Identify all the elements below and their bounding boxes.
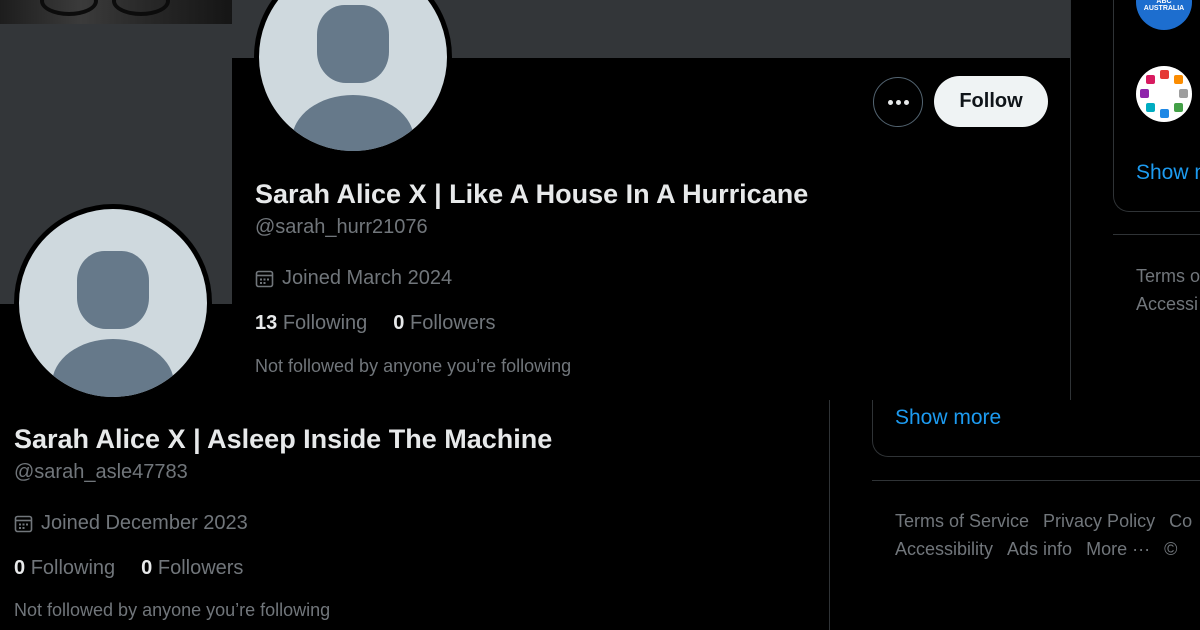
footer-more-link[interactable]: More ··· [1086,539,1150,559]
default-avatar-head [77,251,149,329]
front-show-more-link[interactable]: Show m [1136,161,1200,185]
default-avatar-body [292,95,414,151]
footer-ads-link[interactable]: Ads info [1007,539,1072,559]
back-followers-link[interactable]: 0 Followers [141,557,243,580]
front-follow-stats: 13 Following 0 Followers [255,312,496,335]
follow-button[interactable]: Follow [934,76,1048,127]
front-joined-text: Joined March 2024 [282,267,453,289]
front-profile-screenshot: Follow Sarah Alice X | Like A House In A… [232,0,1200,400]
back-followers-label: Followers [157,557,244,579]
footer-privacy-link[interactable]: Privacy Policy [1043,511,1155,531]
front-profile-handle: @sarah_hurr21076 [255,216,428,238]
front-profile-name: Sarah Alice X | Like A House In A Hurric… [255,179,809,209]
more-options-button[interactable] [873,77,923,127]
front-following-count: 13 [255,312,278,334]
back-following-label: Following [30,557,116,579]
front-footer-links: Terms o Accessi [1136,262,1200,318]
back-column-divider [829,400,830,630]
calendar-icon [14,514,33,533]
footer-accessibility-link[interactable]: Accessi [1136,290,1200,318]
footer-copyright: © [1164,539,1178,559]
front-joined-date: Joined March 2024 [255,267,452,290]
front-not-followed-note: Not followed by anyone you’re following [255,356,572,376]
back-header-photo [0,0,232,24]
back-footer-links: Terms of Service Privacy Policy Co Accessi… [895,507,1200,563]
footer-accessibility-link[interactable]: Accessibility [895,539,993,559]
abc-logo-text: ABC AUSTRALIA [1143,0,1185,12]
front-followers-count: 0 [393,312,405,334]
back-following-link[interactable]: 0 Following [14,557,115,580]
back-follow-stats: 0 Following 0 Followers [14,557,243,580]
back-profile-avatar[interactable] [14,204,212,402]
front-followers-link[interactable]: 0 Followers [393,312,495,335]
front-following-link[interactable]: 13 Following [255,312,367,335]
front-following-label: Following [282,312,368,334]
back-followers-count: 0 [141,557,153,579]
back-following-count: 0 [14,557,26,579]
colorful-ring-logo[interactable] [1136,66,1192,122]
footer-terms-link[interactable]: Terms of Service [895,511,1029,531]
back-joined-date: Joined December 2023 [14,512,248,535]
back-not-followed-note: Not followed by anyone you’re following [14,600,331,620]
default-avatar-head [317,5,389,83]
front-footer-divider [1113,234,1200,235]
default-avatar-body [52,339,174,397]
back-profile-name: Sarah Alice X | Asleep Inside The Machin… [14,424,553,454]
front-column-divider [1070,0,1071,400]
calendar-icon [255,269,274,288]
more-dots-icon [887,99,893,105]
back-show-more-link[interactable]: Show more [895,406,1001,430]
footer-terms-link[interactable]: Terms o [1136,262,1200,290]
back-footer-divider [872,480,1200,481]
back-profile-handle: @sarah_asle47783 [14,461,188,483]
back-joined-text: Joined December 2023 [41,512,248,534]
front-followers-label: Followers [409,312,496,334]
footer-cookie-link[interactable]: Co [1169,511,1192,531]
front-profile-avatar[interactable] [254,0,452,156]
